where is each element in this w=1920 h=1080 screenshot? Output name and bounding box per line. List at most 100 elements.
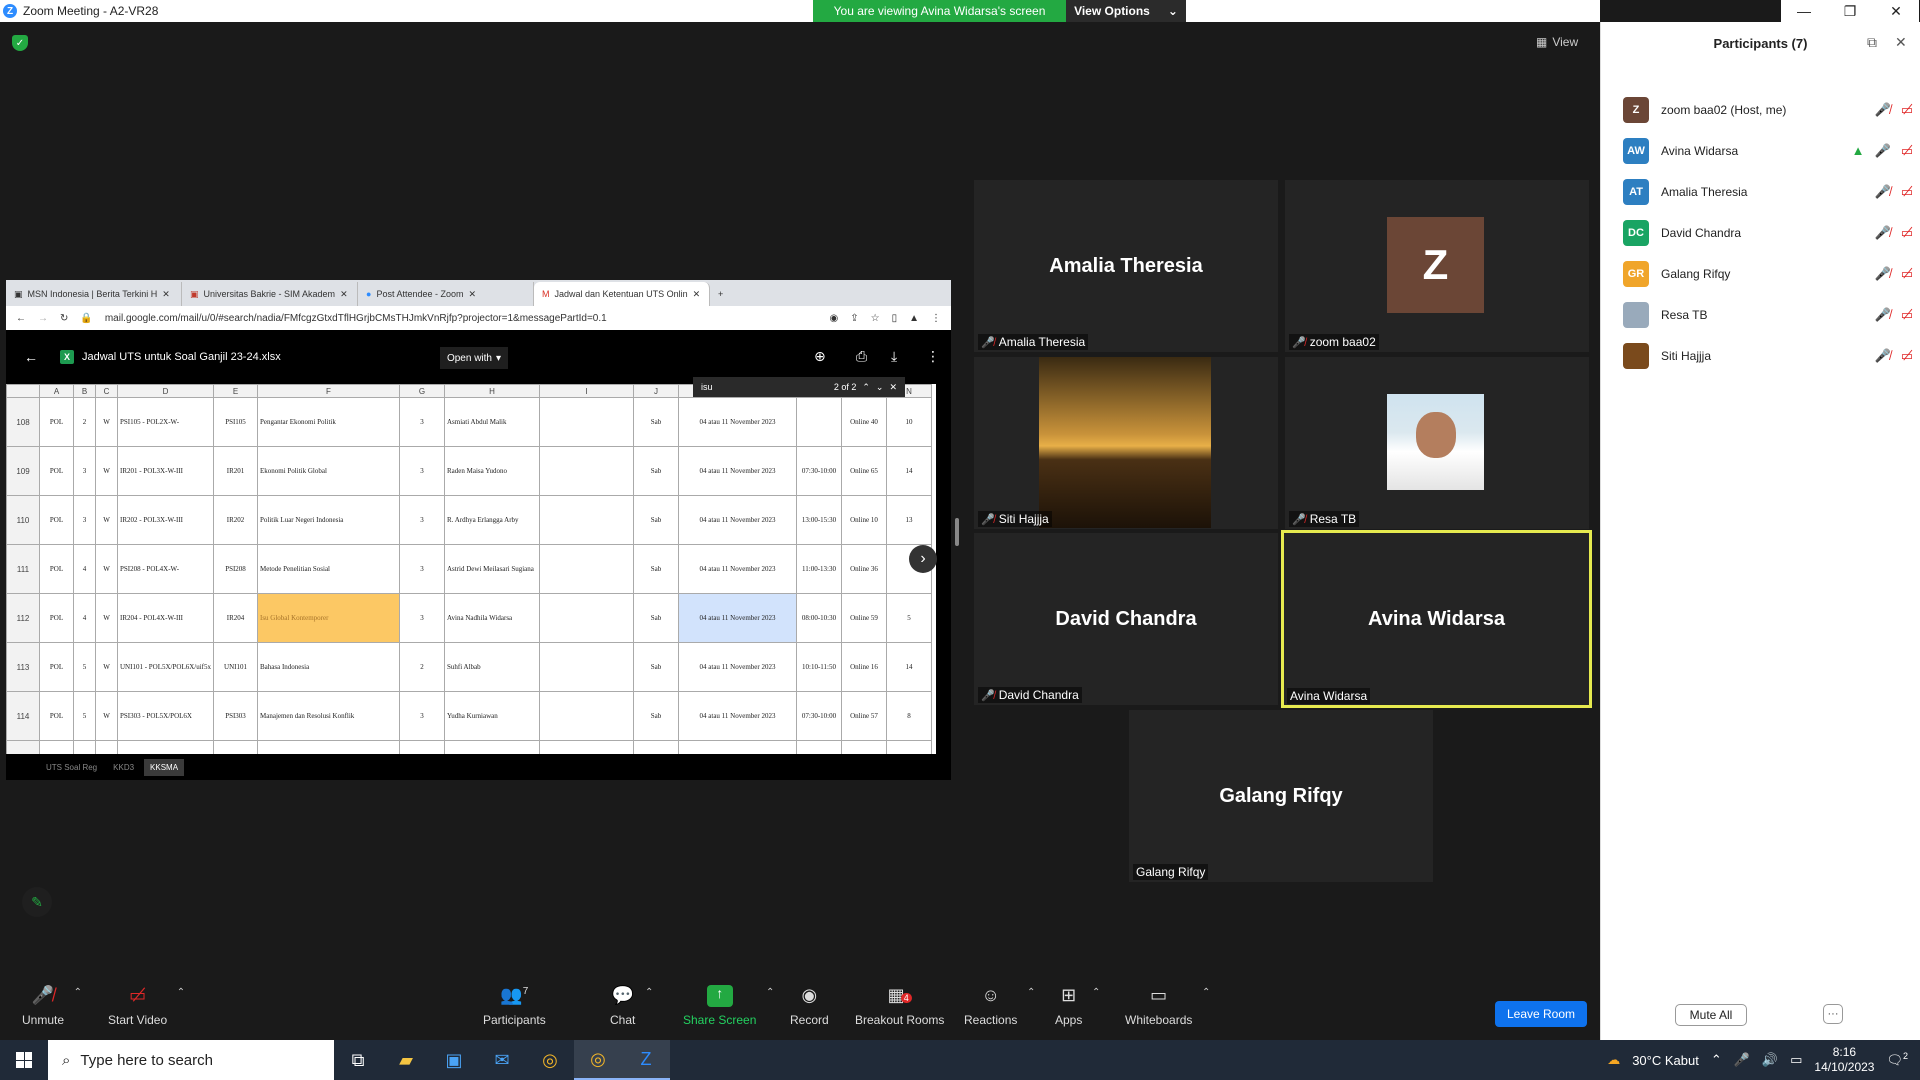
- more-icon[interactable]: ⋮: [926, 348, 940, 365]
- table-cell[interactable]: PSI303 - POL5X/POL6X: [117, 691, 214, 741]
- table-cell[interactable]: 14: [886, 642, 932, 692]
- table-cell[interactable]: Astrid Dewi Meilasari Sugiana: [444, 544, 540, 594]
- back-arrow-icon[interactable]: ←: [24, 349, 38, 365]
- table-cell[interactable]: Online 40: [841, 397, 887, 447]
- sheet-tab[interactable]: UTS Soal Reg: [40, 759, 103, 776]
- caret-up-icon[interactable]: ⌃: [766, 987, 774, 998]
- table-cell[interactable]: Avina Nadhila Widarsa: [444, 593, 540, 643]
- table-cell[interactable]: IR202 - POL3X-W-III: [117, 495, 214, 545]
- video-tile-avina[interactable]: Avina Widarsa Avina Widarsa: [1281, 530, 1592, 708]
- table-cell[interactable]: Bahasa Indonesia: [257, 642, 400, 692]
- table-cell[interactable]: UNI101: [213, 642, 258, 692]
- mail-icon[interactable]: ✉: [478, 1040, 526, 1080]
- caret-up-icon[interactable]: ⌃: [1202, 987, 1210, 998]
- table-cell[interactable]: UNI102 - POL7X/uit2x/tif1x: [117, 740, 214, 754]
- store-icon[interactable]: ▣: [430, 1040, 478, 1080]
- table-cell[interactable]: Isya Anshori: [444, 740, 540, 754]
- table-cell[interactable]: 3: [73, 446, 96, 496]
- whiteboards-button[interactable]: ▭ Whiteboards ⌃: [1125, 985, 1210, 1027]
- table-cell[interactable]: [539, 495, 634, 545]
- table-cell[interactable]: PSI303: [213, 691, 258, 741]
- participant-row[interactable]: GR Galang Rifqy 🎤̸ ▭̸: [1623, 260, 1913, 288]
- mic-tray-icon[interactable]: 🎤: [1734, 1052, 1750, 1068]
- caret-up-icon[interactable]: ⌃: [1092, 987, 1100, 998]
- participant-row[interactable]: Resa TB 🎤̸ ▭̸: [1623, 301, 1913, 329]
- close-button[interactable]: ✕: [1873, 0, 1919, 22]
- chrome-icon[interactable]: ◎: [526, 1040, 574, 1080]
- tab-close-icon[interactable]: ✕: [340, 289, 348, 300]
- caret-up-icon[interactable]: ⌃: [177, 987, 185, 998]
- table-cell[interactable]: Yudha Kurniawan: [444, 691, 540, 741]
- sheet-tab-active[interactable]: KKSMA: [144, 758, 185, 776]
- table-cell[interactable]: [539, 446, 634, 496]
- sidepanel-icon[interactable]: ▯: [892, 313, 898, 324]
- task-view-icon[interactable]: ⧉: [334, 1040, 382, 1080]
- chrome-profile-icon[interactable]: ◎: [574, 1040, 622, 1080]
- new-tab-button[interactable]: +: [710, 282, 740, 306]
- video-tile-galang[interactable]: Galang Rifqy Galang Rifqy: [1129, 710, 1433, 882]
- volume-icon[interactable]: 🔊: [1762, 1052, 1778, 1068]
- table-cell[interactable]: W: [95, 642, 118, 692]
- table-cell[interactable]: W: [95, 495, 118, 545]
- table-cell[interactable]: Sab: [633, 544, 679, 594]
- table-cell[interactable]: 13:00-15:30: [796, 495, 842, 545]
- table-cell[interactable]: [539, 544, 634, 594]
- clock[interactable]: 8:16 14/10/2023: [1814, 1045, 1874, 1075]
- table-cell[interactable]: Online 30: [841, 740, 887, 754]
- start-video-button[interactable]: ▭̸ Start Video ⌃: [108, 985, 185, 1027]
- annotate-pencil-icon[interactable]: ✎: [22, 887, 52, 917]
- notification-icon[interactable]: 🗨2: [1886, 1051, 1908, 1068]
- table-cell[interactable]: 04 atau 11 November 2023: [678, 691, 797, 741]
- taskbar-search[interactable]: ⌕ Type here to search: [48, 1040, 334, 1080]
- table-cell[interactable]: Sab: [633, 740, 679, 754]
- start-button[interactable]: [0, 1040, 48, 1080]
- table-cell[interactable]: POL: [39, 446, 74, 496]
- table-cell[interactable]: 4: [73, 544, 96, 594]
- table-cell[interactable]: Online 36: [841, 544, 887, 594]
- caret-up-icon[interactable]: ⌃: [1027, 987, 1035, 998]
- table-cell[interactable]: IR202: [213, 495, 258, 545]
- sheet-tab[interactable]: KKD3: [107, 759, 140, 776]
- table-cell[interactable]: IR204: [213, 593, 258, 643]
- table-cell[interactable]: IR201: [213, 446, 258, 496]
- table-cell[interactable]: PSI208: [213, 544, 258, 594]
- table-cell[interactable]: 04 atau 11 November 2023: [678, 544, 797, 594]
- table-cell[interactable]: 3: [399, 593, 445, 643]
- table-cell[interactable]: Manajemen dan Resolusi Konflik: [257, 691, 400, 741]
- browser-tab[interactable]: ▣ MSN Indonesia | Berita Terkini H ✕: [6, 282, 182, 306]
- table-cell[interactable]: Raden Maisa Yudono: [444, 446, 540, 496]
- caret-up-icon[interactable]: ⌃: [645, 987, 653, 998]
- table-cell[interactable]: 07:30-10:00: [796, 691, 842, 741]
- table-cell[interactable]: [539, 397, 634, 447]
- table-cell[interactable]: PSI105: [213, 397, 258, 447]
- table-cell[interactable]: 30: [886, 740, 932, 754]
- table-cell[interactable]: W: [95, 593, 118, 643]
- table-cell[interactable]: Sab: [633, 446, 679, 496]
- table-cell[interactable]: 5: [73, 642, 96, 692]
- table-cell[interactable]: POL: [39, 495, 74, 545]
- view-options-button[interactable]: View Options ⌄: [1066, 0, 1186, 22]
- participant-row[interactable]: DC David Chandra 🎤̸ ▭̸: [1623, 219, 1913, 247]
- find-next-icon[interactable]: ⌄: [876, 382, 884, 393]
- table-cell[interactable]: Online 59: [841, 593, 887, 643]
- tab-close-icon[interactable]: ✕: [468, 289, 476, 300]
- zoom-taskbar-icon[interactable]: Z: [622, 1040, 670, 1080]
- table-cell[interactable]: Suhfi Albab: [444, 642, 540, 692]
- encryption-shield-icon[interactable]: ✓: [12, 35, 28, 51]
- table-cell[interactable]: [539, 642, 634, 692]
- table-cell[interactable]: 3: [399, 691, 445, 741]
- table-cell[interactable]: Politik Luar Negeri Indonesia: [257, 495, 400, 545]
- maximize-button[interactable]: ❐: [1827, 0, 1873, 22]
- participant-row[interactable]: Zzoom baa02 (Host, me) 🎤̸ ▭̸: [1623, 96, 1913, 124]
- table-cell[interactable]: Sab: [633, 495, 679, 545]
- browser-tab[interactable]: ● Post Attendee - Zoom ✕: [358, 282, 534, 306]
- table-cell[interactable]: [539, 740, 634, 754]
- table-cell[interactable]: IR201 - POL3X-W-III: [117, 446, 214, 496]
- participant-row[interactable]: Siti Hajjja 🎤̸ ▭̸: [1623, 342, 1913, 370]
- table-cell[interactable]: [539, 593, 634, 643]
- table-cell[interactable]: Sab: [633, 593, 679, 643]
- find-input[interactable]: isu: [701, 382, 828, 392]
- table-cell[interactable]: 4: [73, 593, 96, 643]
- tab-close-icon[interactable]: ✕: [693, 289, 701, 300]
- table-cell[interactable]: PSI105 - POL2X-W-: [117, 397, 214, 447]
